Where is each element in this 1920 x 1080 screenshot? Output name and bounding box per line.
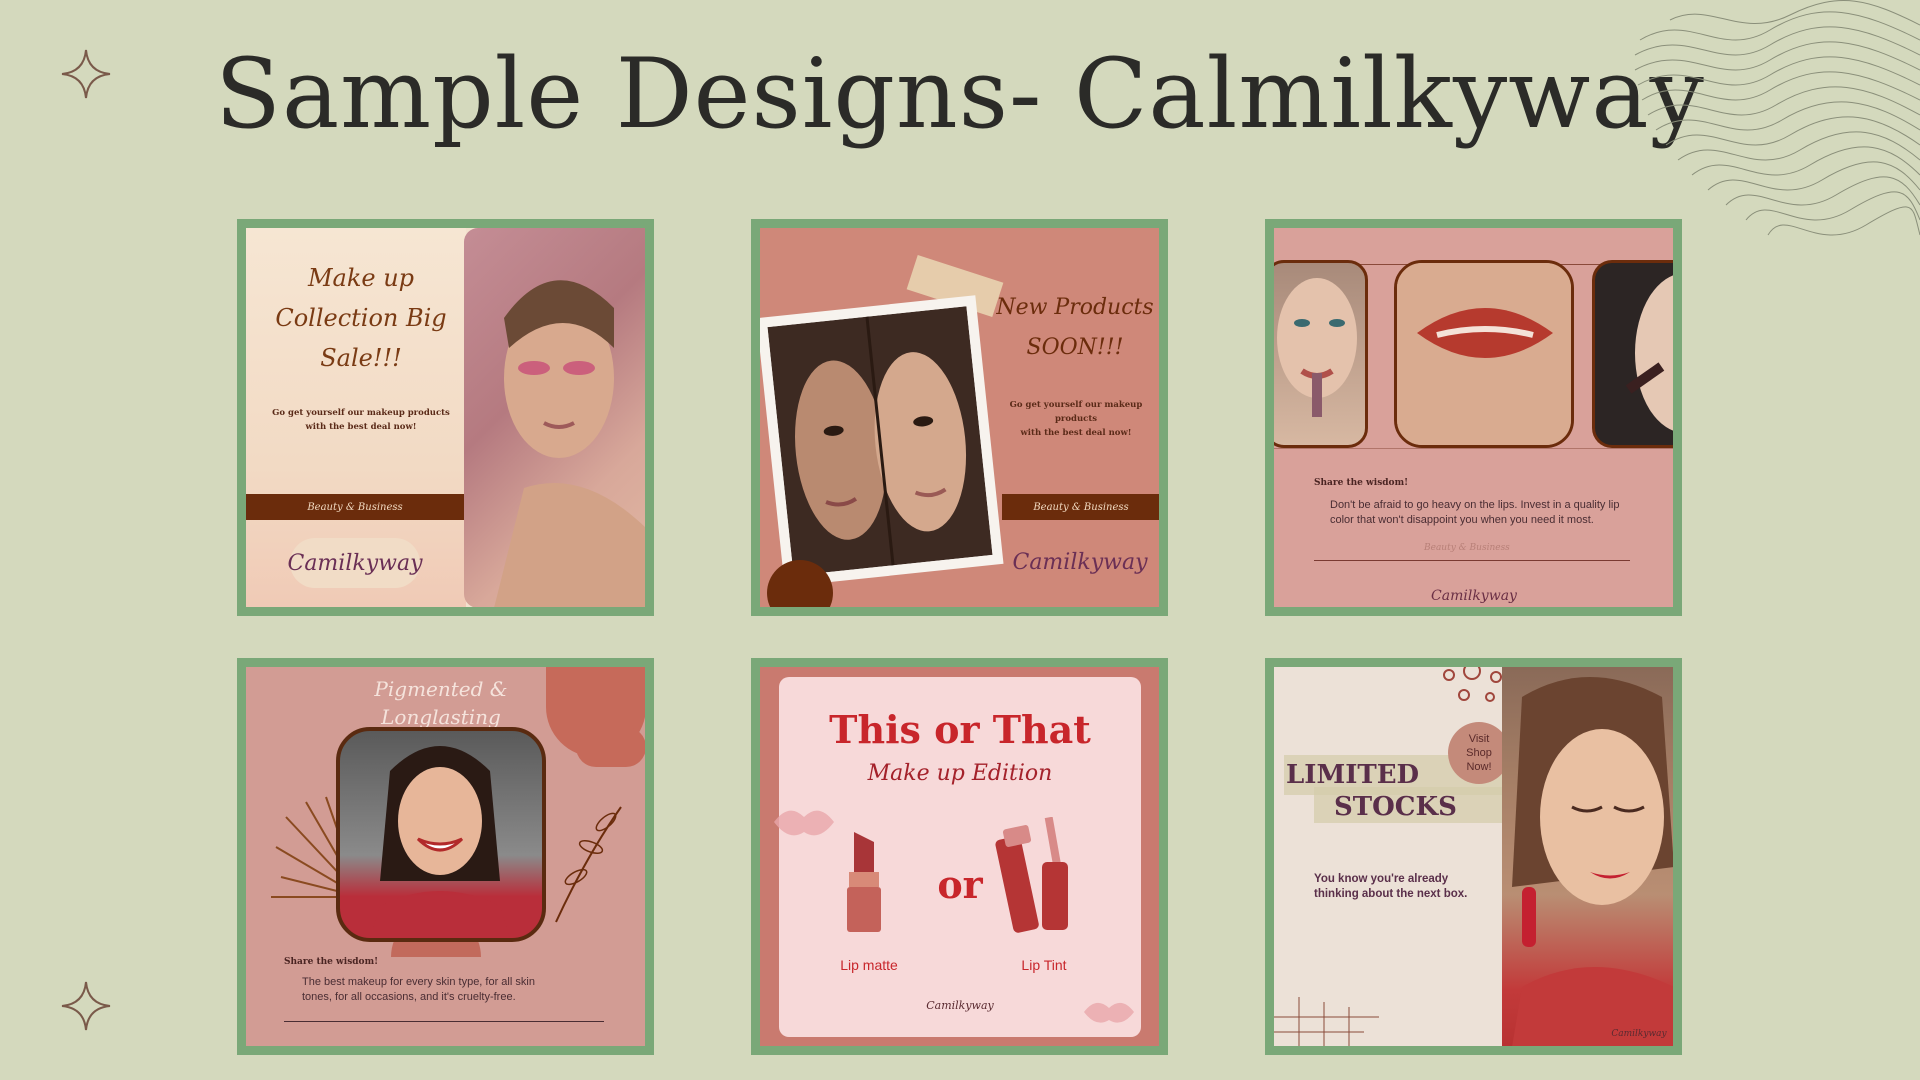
- subtext: Go get yourself our makeup products with…: [272, 408, 450, 432]
- divider: [1274, 448, 1673, 449]
- headline: New Products SOON!!!: [996, 295, 1154, 360]
- polaroid-photo: [760, 295, 1004, 587]
- body-text: You know you're already thinking about t…: [1314, 873, 1468, 900]
- model-photo: [1502, 667, 1673, 1046]
- logo: Camilkyway: [1611, 1029, 1667, 1039]
- scalloped-shape: [767, 560, 833, 607]
- inner-panel: This or That Make up Edition or Lip matt…: [774, 677, 1141, 1037]
- blob-shape: [576, 727, 645, 767]
- design-card-limited-stocks: LIMITED STOCKS Visit Shop Now! You know …: [1265, 658, 1682, 1055]
- kiss-mark-icon: [1084, 1002, 1134, 1023]
- grid-lines-decoration: [1274, 997, 1379, 1046]
- sparkle-icon: [61, 981, 111, 1031]
- subtext: Go get yourself our makeup products with…: [1009, 400, 1143, 438]
- sparkle-icon: [61, 49, 111, 99]
- lip-matte-label: Lip matte: [840, 957, 898, 973]
- divider: [284, 1021, 604, 1022]
- headline: LIMITED STOCKS: [1286, 760, 1457, 822]
- design-card-this-or-that: This or That Make up Edition or Lip matt…: [751, 658, 1168, 1055]
- model-photo: [336, 727, 546, 942]
- lip-tint-icon: [995, 817, 1068, 933]
- divider: [1314, 560, 1630, 561]
- branch-graphic: [555, 806, 622, 923]
- body-text: Don't be afraid to go heavy on the lips.…: [1330, 499, 1620, 526]
- logo-badge: Camilkyway: [287, 538, 423, 588]
- design-card-pigmented: Pigmented & Longlasting Share the wisdom…: [237, 658, 654, 1055]
- title: This or That: [829, 707, 1091, 752]
- photo-lipstick-side: [1592, 260, 1673, 448]
- headline: Pigmented & Longlasting: [374, 677, 508, 729]
- brand-bar: Beauty & Business: [246, 494, 464, 520]
- subtitle: Make up Edition: [867, 761, 1053, 786]
- kiss-mark-icon: [774, 810, 834, 836]
- share-heading: Share the wisdom!: [1314, 478, 1409, 488]
- faint-brand: Beauty & Business: [1424, 543, 1510, 553]
- logo: Camilkyway: [926, 999, 994, 1012]
- brand-bar: Beauty & Business: [1002, 494, 1159, 520]
- logo: Camilkyway: [1431, 588, 1517, 604]
- body-text: The best makeup for every skin type, for…: [302, 976, 535, 1003]
- share-heading: Share the wisdom!: [284, 957, 379, 967]
- logo: Camilkyway: [1012, 550, 1148, 575]
- lip-tint-label: Lip Tint: [1021, 957, 1067, 973]
- photo-lips-closeup: [1394, 260, 1574, 448]
- visit-shop-badge[interactable]: Visit Shop Now!: [1448, 722, 1510, 784]
- photo-lipstick-apply: [1274, 260, 1368, 448]
- design-card-new-products: New Products SOON!!! Go get yourself our…: [751, 219, 1168, 616]
- design-card-share-wisdom-lips: Share the wisdom! Don't be afraid to go …: [1265, 219, 1682, 616]
- design-card-makeup-sale: Make up Collection Big Sale!!! Go get yo…: [237, 219, 654, 616]
- headline: Make up Collection Big Sale!!!: [275, 264, 447, 372]
- model-photo: [464, 228, 645, 607]
